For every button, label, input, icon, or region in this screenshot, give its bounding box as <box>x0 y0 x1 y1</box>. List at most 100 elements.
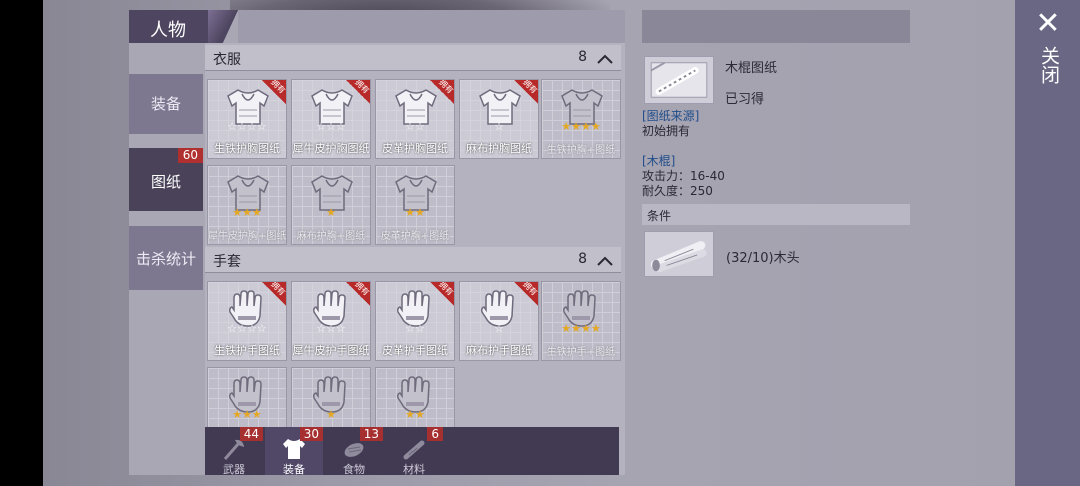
rarity-stars: ☆☆☆ <box>316 322 346 335</box>
chevron-up-icon[interactable] <box>597 256 613 266</box>
card-name: 麻布护胸+图纸 <box>296 231 366 242</box>
tab-blueprints[interactable]: 60 图纸 <box>129 148 203 211</box>
close-icon[interactable]: ✕ <box>1032 9 1064 39</box>
glove-blueprint-card[interactable]: ☆ 麻布护手图纸 拥有 <box>459 281 539 361</box>
nav-materials[interactable]: 6 材料 <box>385 427 443 476</box>
durability-stat: 耐久度：250 <box>642 184 713 198</box>
owned-ribbon: 拥有 <box>345 79 371 105</box>
material-icon <box>403 440 425 460</box>
owned-label: 拥有 <box>521 281 539 298</box>
rarity-stars: ★ <box>326 206 336 219</box>
blueprints-count-badge: 60 <box>177 148 203 163</box>
owned-label: 拥有 <box>269 281 287 298</box>
section-count: 8 <box>578 49 587 65</box>
nav-food[interactable]: 13 食物 <box>325 427 383 476</box>
rarity-stars: ★★★ <box>232 408 262 421</box>
tab-kill-stats-label: 击杀统计 <box>135 250 196 268</box>
nav-badge: 30 <box>299 427 323 441</box>
card-name: 犀牛皮护手图纸 <box>292 344 370 357</box>
rarity-stars: ☆☆☆☆ <box>227 322 267 335</box>
clothes-blueprint-card[interactable]: ★★★★ 生铁护胸+图纸 <box>541 79 621 159</box>
card-name: 生铁护手+图纸 <box>546 347 616 358</box>
nav-weapons[interactable]: 44 武器 <box>205 427 263 476</box>
source-value: 初始拥有 <box>642 124 691 138</box>
owned-ribbon: 拥有 <box>345 281 371 307</box>
nav-label: 食物 <box>343 463 365 476</box>
section-title: 衣服 <box>213 52 241 68</box>
rarity-stars: ☆☆☆☆ <box>227 120 267 133</box>
game-screen: ✕ 关闭 人物 装备 60 图纸 击杀统计 衣服 8 ☆☆☆☆ 生铁护胸图纸 拥有 ☆… <box>0 0 1080 486</box>
requirement-text: (32/10)木头 <box>726 251 800 266</box>
owned-ribbon: 拥有 <box>429 281 455 307</box>
tab-equipment-label: 装备 <box>150 95 181 113</box>
owned-ribbon: 拥有 <box>261 79 287 105</box>
card-name: 生铁护手图纸 <box>214 344 280 357</box>
glove-blueprint-card[interactable]: ☆☆☆ 犀牛皮护手图纸 拥有 <box>291 281 371 361</box>
nav-badge: 44 <box>239 427 263 441</box>
rarity-stars: ★★★★ <box>561 120 601 133</box>
clothes-blueprint-card[interactable]: ★★★ 犀牛皮护胸+图纸 <box>207 165 287 245</box>
clothes-blueprint-card[interactable]: ☆ 麻布护胸图纸 拥有 <box>459 79 539 159</box>
condition-title: 条件 <box>647 209 672 223</box>
card-name: 麻布护手图纸 <box>466 344 532 357</box>
section-count: 8 <box>578 251 587 267</box>
wood-logs-icon <box>650 241 707 273</box>
rarity-stars: ★ <box>326 408 336 421</box>
glove-blueprint-card[interactable]: ☆☆ 皮革护手图纸 拥有 <box>375 281 455 361</box>
owned-label: 拥有 <box>437 281 455 298</box>
owned-ribbon: 拥有 <box>261 281 287 307</box>
clothes-blueprint-card[interactable]: ☆☆ 皮革护胸图纸 拥有 <box>375 79 455 159</box>
owned-label: 拥有 <box>521 79 539 96</box>
detail-header <box>642 10 910 43</box>
card-name: 犀牛皮护胸+图纸 <box>208 231 287 242</box>
owned-ribbon: 拥有 <box>513 281 539 307</box>
rarity-stars: ★★★ <box>232 206 262 219</box>
rarity-stars: ★★ <box>405 408 425 421</box>
clothes-blueprint-card[interactable]: ★ 麻布护胸+图纸 <box>291 165 371 245</box>
rarity-stars: ★★★★ <box>561 322 601 335</box>
clothes-blueprint-card[interactable]: ☆☆☆ 犀牛皮护胸图纸 拥有 <box>291 79 371 159</box>
page-title: 人物 <box>150 20 186 41</box>
rarity-stars: ☆☆☆ <box>316 120 346 133</box>
detail-item-name: 木棍图纸 <box>725 61 778 76</box>
tab-blueprints-label: 图纸 <box>150 173 181 191</box>
owned-label: 拥有 <box>353 79 371 96</box>
chevron-up-icon[interactable] <box>597 54 613 64</box>
nav-badge: 13 <box>359 427 383 441</box>
blueprint-item-icon <box>644 56 714 104</box>
card-name: 皮革护胸图纸 <box>382 142 448 155</box>
rarity-stars: ☆ <box>494 120 504 133</box>
clothes-blueprint-card[interactable]: ★★ 皮革护胸+图纸 <box>375 165 455 245</box>
close-label[interactable]: 关闭 <box>1036 46 1060 84</box>
section-header-gloves[interactable]: 手套 8 <box>205 247 621 273</box>
tab-kill-stats[interactable]: 击杀统计 <box>129 226 203 290</box>
card-name: 生铁护胸+图纸 <box>546 145 616 156</box>
owned-ribbon: 拥有 <box>513 79 539 105</box>
condition-header <box>642 204 910 225</box>
owned-label: 拥有 <box>353 281 371 298</box>
nav-badge: 6 <box>427 427 443 441</box>
section-header-clothes[interactable]: 衣服 8 <box>205 45 621 71</box>
rarity-stars: ★★ <box>405 206 425 219</box>
owned-label: 拥有 <box>269 79 287 96</box>
rarity-stars: ☆☆ <box>405 322 425 335</box>
tab-equipment[interactable]: 装备 <box>129 74 203 134</box>
card-name: 麻布护胸图纸 <box>466 142 532 155</box>
nav-label: 装备 <box>283 463 305 476</box>
nav-label: 材料 <box>403 463 425 476</box>
detail-status: 已习得 <box>725 92 765 107</box>
rarity-stars: ☆ <box>494 322 504 335</box>
nav-label: 武器 <box>223 463 245 476</box>
card-name: 生铁护胸图纸 <box>214 142 280 155</box>
card-name: 犀牛皮护胸图纸 <box>292 142 370 155</box>
panel-header-strip <box>238 10 625 43</box>
rarity-stars: ☆☆ <box>405 120 425 133</box>
owned-label: 拥有 <box>437 79 455 96</box>
glove-blueprint-card[interactable]: ☆☆☆☆ 生铁护手图纸 拥有 <box>207 281 287 361</box>
clothes-blueprint-card[interactable]: ☆☆☆☆ 生铁护胸图纸 拥有 <box>207 79 287 159</box>
nav-equipment[interactable]: 30 装备 <box>265 427 323 476</box>
wooden-stick-icon <box>650 61 708 98</box>
glove-blueprint-card[interactable]: ★★★★ 生铁护手+图纸 <box>541 281 621 361</box>
card-name: 皮革护胸+图纸 <box>380 231 450 242</box>
section-title: 手套 <box>213 254 241 270</box>
